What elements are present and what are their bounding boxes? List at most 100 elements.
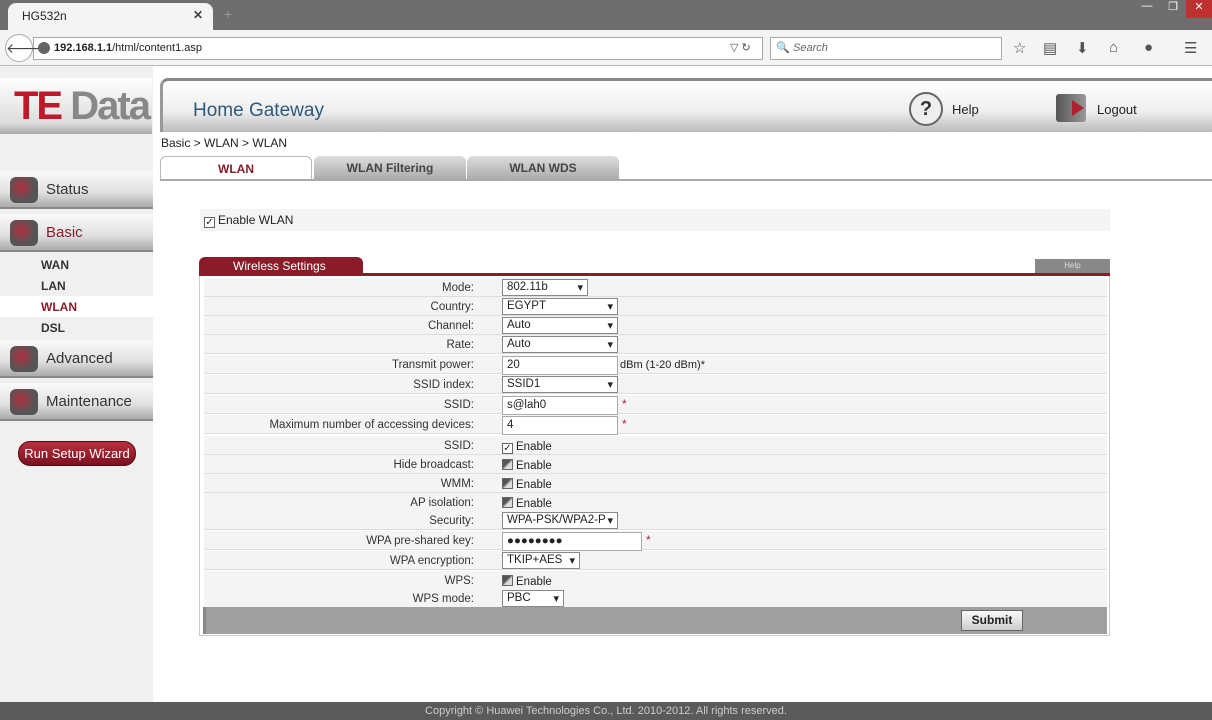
chat-icon[interactable]: ● [1144,39,1153,56]
security-select[interactable]: WPA-PSK/WPA2-P [502,512,618,529]
checkbox-label: Enable [516,498,552,510]
tab-wlan[interactable]: WLAN [160,156,312,180]
new-tab-icon[interactable]: + [224,6,232,22]
form-row: SSID: s@lah0 * [204,395,1107,415]
status-icon [10,177,38,203]
form-row: Country: EGYPT [204,297,1107,316]
reload-icon[interactable]: ▽ ↻ [730,41,751,54]
browser-tab[interactable]: HG532n ✕ [8,3,213,30]
help-icon[interactable]: ? [909,92,943,126]
checkbox-label: Enable [516,479,552,491]
wpa-pre-shared-key-input[interactable]: ●●●●●●●● [502,532,642,551]
sidebar-sub-lan[interactable]: LAN [0,275,153,296]
form-row: Security: WPA-PSK/WPA2-P [204,511,1107,530]
sidebar-sub-dsl[interactable]: DSL [0,317,153,338]
wpa-encryption-select[interactable]: TKIP+AES [502,552,580,569]
enable-wlan-label: Enable WLAN [218,213,294,227]
rate-select[interactable]: Auto [502,336,618,353]
sidebar-item-label: Status [46,181,89,198]
hide-broadcast-checkbox[interactable] [502,459,513,470]
form-row: Channel: Auto [204,316,1107,335]
bookmark-star-icon[interactable]: ☆ [1013,39,1026,57]
url-path: /html/content1.asp [112,42,203,54]
run-setup-wizard-button[interactable]: Run Setup Wizard [18,441,136,466]
field-label: Hide broadcast: [393,459,474,471]
transmit-power-input[interactable]: 20 [502,356,618,375]
form-row: SSID index: SSID1 [204,375,1107,394]
ap-isolation-checkbox[interactable] [502,497,513,508]
back-arrow-icon[interactable]: 🡐 [5,34,44,62]
home-icon[interactable]: ⌂ [1109,39,1118,56]
url-host: 192.168.1.1 [54,42,113,54]
field-label: WMM: [440,478,474,490]
checkbox-label: Enable [516,576,552,588]
wmm-checkbox[interactable] [502,478,513,489]
form-row: Hide broadcast: Enable [204,455,1107,474]
field-label: Transmit power: [391,359,474,371]
wps-mode-select[interactable]: PBC [502,590,564,607]
field-label: WPA pre-shared key: [366,535,474,547]
menu-icon[interactable]: ☰ [1184,39,1197,57]
tab-wlan-filtering[interactable]: WLAN Filtering [314,156,466,180]
sidebar-item-status[interactable]: Status [0,171,153,209]
form-row: Mode: 802.11b [204,278,1107,297]
logout-icon[interactable] [1056,94,1086,122]
enable-wlan-row: ✓ Enable WLAN [200,209,1110,231]
sidebar-item-label: Maintenance [46,393,132,410]
footer-copyright: Copyright © Huawei Technologies Co., Ltd… [0,702,1212,720]
form-row: WPA pre-shared key: ●●●●●●●● * [204,531,1107,551]
enable-wlan-checkbox[interactable]: ✓ [204,217,215,228]
field-label: WPS mode: [412,593,474,605]
field-label: Maximum number of accessing devices: [269,419,474,431]
reading-list-icon[interactable]: ▤ [1043,39,1057,57]
tab-divider [160,179,1212,181]
maximum-number-of-accessing-devices-input[interactable]: 4 [502,416,618,435]
logout-link[interactable]: Logout [1097,102,1137,117]
required-marker: * [622,397,627,411]
sidebar-item-advanced[interactable]: Advanced [0,340,153,378]
sidebar-sub-wlan[interactable]: WLAN [0,296,153,317]
wps-checkbox[interactable] [502,575,513,586]
ssid-index-select[interactable]: SSID1 [502,376,618,393]
checkbox-label: Enable [516,460,552,472]
field-label: SSID: [443,440,474,452]
country-select[interactable]: EGYPT [502,298,618,315]
ssid-checkbox[interactable]: ✓ [502,443,513,454]
globe-icon [38,42,50,54]
help-link[interactable]: Help [952,102,979,117]
sidebar-sub-wan[interactable]: WAN [0,254,153,275]
field-label: Mode: [442,282,474,294]
field-label: Rate: [446,339,475,351]
basic-icon [10,220,38,246]
form-row: Transmit power: 20 dBm (1-20 dBm)* [204,355,1107,375]
sidebar-item-maintenance[interactable]: Maintenance [0,383,153,421]
close-window-icon[interactable]: ✕ [1186,0,1212,18]
sidebar-item-basic[interactable]: Basic [0,214,153,252]
required-marker: * [622,417,627,431]
search-placeholder: Search [793,42,828,54]
te-data-logo: TE Data [0,78,152,134]
submit-button[interactable]: Submit [961,610,1023,631]
section-help-button[interactable]: Help [1035,259,1110,273]
form-row: WMM: Enable [204,474,1107,493]
field-label: WPS: [444,575,474,587]
field-label: WPA encryption: [389,555,474,567]
minimize-icon[interactable]: — [1134,0,1160,18]
checkbox-label: Enable [516,441,552,453]
close-tab-icon[interactable]: ✕ [193,8,203,22]
breadcrumb: Basic > WLAN > WLAN [161,136,288,150]
maximize-icon[interactable]: ❐ [1160,0,1186,18]
field-hint: dBm (1-20 dBm)* [620,359,705,371]
url-bar[interactable]: 192.168.1.1/html/content1.asp [33,37,763,60]
channel-select[interactable]: Auto [502,317,618,334]
tab-wlan-wds[interactable]: WLAN WDS [467,156,619,180]
ssid-input[interactable]: s@lah0 [502,396,618,415]
search-input[interactable]: Search [770,37,1002,60]
mode-select[interactable]: 802.11b [502,279,588,296]
form-row: SSID: ✓ Enable [204,436,1107,455]
form-row: WPS mode: PBC [204,589,1107,608]
download-icon[interactable]: ⬇ [1076,39,1089,57]
sidebar-item-label: Advanced [46,350,113,367]
page-title: Home Gateway [193,100,324,121]
field-label: SSID index: [413,379,474,391]
